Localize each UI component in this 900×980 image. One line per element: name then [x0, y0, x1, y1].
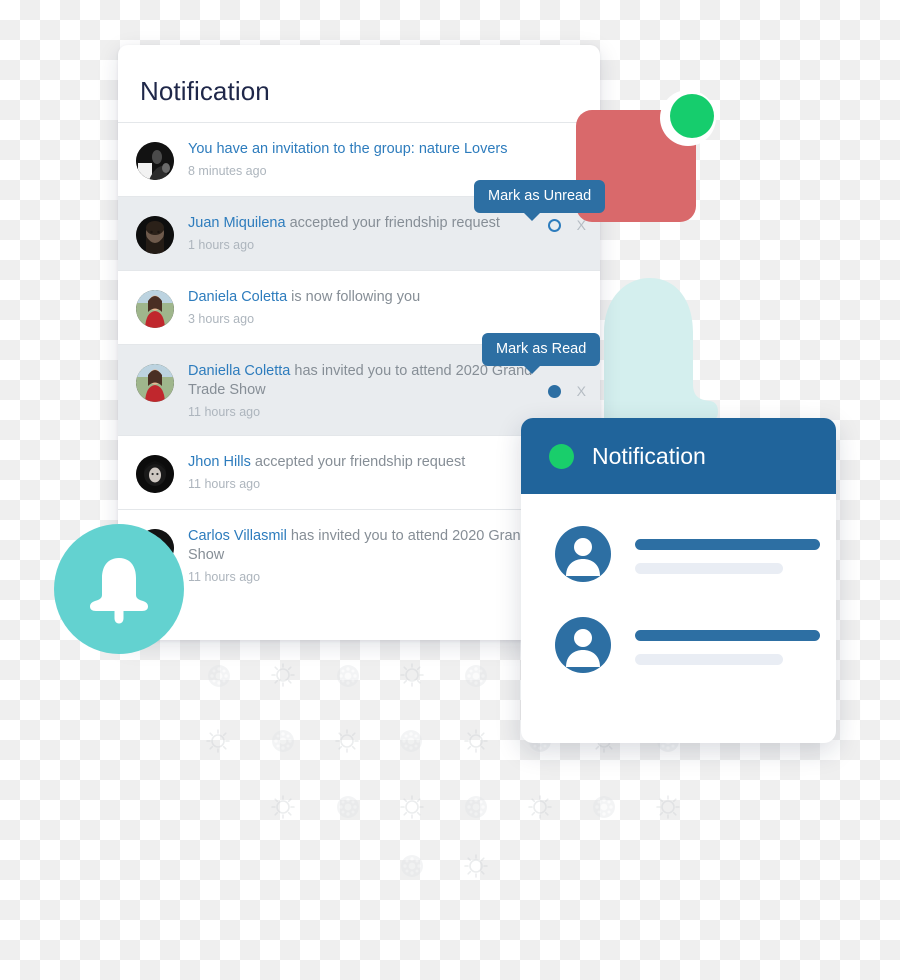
- notification-timestamp: 3 hours ago: [188, 312, 255, 326]
- placeholder-line-secondary: [635, 563, 783, 574]
- notification-timestamp: 8 minutes ago: [188, 164, 267, 178]
- notification-message-text: accepted your friendship request: [285, 215, 500, 231]
- popup-card-header: Notification: [521, 418, 836, 494]
- notification-content: You have an invitation to the group: nat…: [188, 140, 586, 178]
- popup-card-title: Notification: [592, 442, 706, 469]
- notification-message: Juan Miquilena accepted your friendship …: [188, 214, 542, 233]
- notification-message: Daniella Coletta has invited you to atte…: [188, 362, 542, 400]
- popup-item-placeholder-lines: [635, 630, 836, 665]
- placeholder-line-primary: [635, 539, 820, 550]
- placeholder-line-primary: [635, 630, 820, 641]
- notification-popup-card: Notification: [521, 418, 836, 743]
- notification-message-text: You have an invitation to the group: nat…: [188, 141, 508, 157]
- row-actions: X: [547, 362, 586, 398]
- notification-message-text: is now following you: [287, 289, 421, 305]
- notification-message-text: accepted your friendship request: [250, 454, 466, 470]
- notification-actor: Daniella Coletta: [188, 363, 291, 379]
- green-circle-badge: [670, 94, 714, 138]
- dismiss-notification-button[interactable]: X: [577, 384, 586, 398]
- avatar: [136, 216, 174, 254]
- popup-list-item[interactable]: [521, 526, 836, 587]
- avatar: [136, 142, 174, 180]
- notification-actor: Carlos Villasmil: [188, 528, 287, 544]
- tooltip-mark-as-read: Mark as Read: [482, 333, 601, 374]
- user-avatar-icon: [555, 526, 611, 587]
- notification-timestamp: 1 hours ago: [188, 238, 255, 252]
- mark-as-unread-toggle[interactable]: [547, 218, 561, 232]
- notification-actor: Juan Miquilena: [188, 215, 286, 231]
- bell-silhouette-decoration: [604, 278, 718, 422]
- notification-actor: Jhon Hills: [188, 454, 251, 470]
- avatar: [136, 455, 174, 493]
- notification-content: Daniela Coletta is now following you 3 h…: [188, 288, 586, 326]
- placeholder-line-secondary: [635, 654, 783, 665]
- tooltip-mark-as-unread: Mark as Unread: [474, 180, 606, 221]
- notification-message: Daniela Coletta is now following you: [188, 288, 580, 307]
- user-avatar-icon: [555, 617, 611, 678]
- bell-badge-decoration: [54, 524, 184, 654]
- page-title: Notification: [140, 76, 270, 106]
- bell-icon: [90, 558, 148, 624]
- notification-actor: Daniela Coletta: [188, 289, 288, 305]
- avatar: [136, 290, 174, 328]
- avatar: [136, 364, 174, 402]
- mark-as-read-toggle[interactable]: [547, 384, 561, 398]
- notification-content: Juan Miquilena accepted your friendship …: [188, 214, 548, 252]
- notification-content: Daniella Coletta has invited you to atte…: [188, 362, 548, 419]
- notification-message: You have an invitation to the group: nat…: [188, 140, 580, 159]
- popup-list-item[interactable]: [521, 617, 836, 678]
- notification-timestamp: 11 hours ago: [188, 405, 261, 419]
- notification-panel-header: Notification: [118, 45, 600, 123]
- popup-item-placeholder-lines: [635, 539, 836, 574]
- green-status-dot: [549, 443, 574, 469]
